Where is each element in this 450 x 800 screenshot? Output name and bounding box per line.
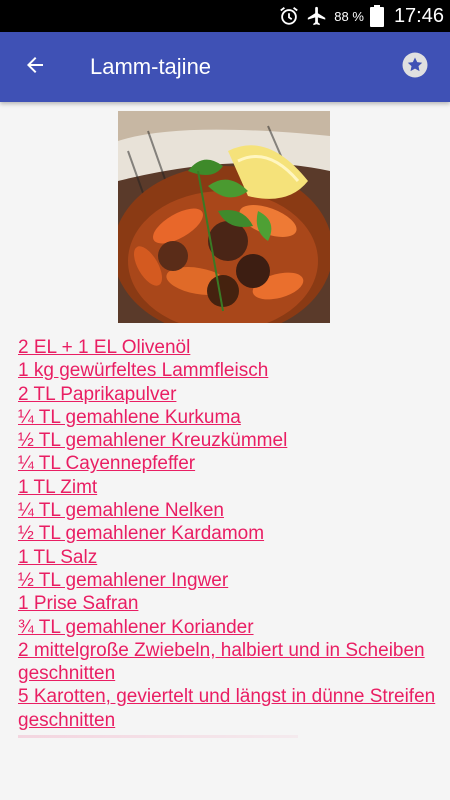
ingredient-link[interactable]: ½ TL gemahlener Ingwer: [18, 569, 438, 592]
ingredient-link[interactable]: ½ TL gemahlener Kardamom: [18, 522, 438, 545]
scroll-fade-divider: [18, 735, 298, 738]
ingredient-link[interactable]: ¼ TL Cayennepfeffer: [18, 452, 438, 475]
back-button[interactable]: [15, 47, 55, 87]
battery-icon: [369, 5, 384, 27]
clock: 17:46: [393, 4, 444, 27]
arrow-back-icon: [23, 53, 47, 82]
airplane-mode-icon: [306, 5, 328, 27]
ingredient-link[interactable]: 2 mittelgroße Zwiebeln, halbiert und in …: [18, 639, 438, 686]
app-bar: Lamm-tajine: [0, 32, 450, 102]
favorite-button[interactable]: [395, 47, 435, 87]
battery-percent: 88 %: [334, 8, 364, 24]
ingredient-link[interactable]: 2 EL + 1 EL Olivenöl: [18, 336, 438, 359]
status-bar: 88 % 17:46: [0, 0, 450, 32]
ingredient-link[interactable]: ½ TL gemahlener Kreuzkümmel: [18, 429, 438, 452]
ingredient-link[interactable]: 5 Karotten, geviertelt und längst in dün…: [18, 685, 438, 732]
ingredient-link[interactable]: ¾ TL gemahlener Koriander: [18, 616, 438, 639]
ingredient-link[interactable]: 1 TL Zimt: [18, 476, 438, 499]
star-icon: [402, 52, 428, 83]
ingredient-link[interactable]: 1 kg gewürfeltes Lammfleisch: [18, 359, 438, 382]
ingredient-link[interactable]: ¼ TL gemahlene Kurkuma: [18, 406, 438, 429]
page-title: Lamm-tajine: [90, 54, 212, 79]
ingredient-link[interactable]: 2 TL Paprikapulver: [18, 383, 438, 406]
alarm-icon: [278, 5, 300, 27]
ingredient-link[interactable]: ¼ TL gemahlene Nelken: [18, 499, 438, 522]
recipe-photo: [118, 111, 330, 323]
ingredient-link[interactable]: 1 TL Salz: [18, 546, 438, 569]
ingredient-list: 2 EL + 1 EL Olivenöl 1 kg gewürfeltes La…: [18, 336, 438, 732]
ingredient-link[interactable]: 1 Prise Safran: [18, 592, 438, 615]
